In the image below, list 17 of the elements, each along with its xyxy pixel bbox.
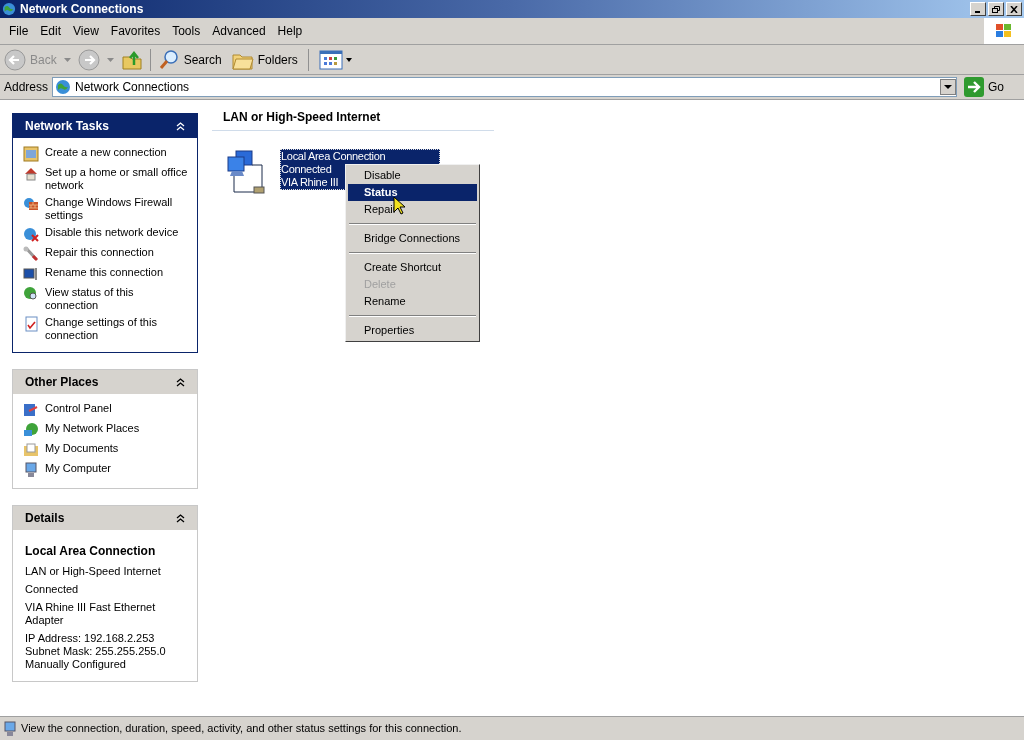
connection-text: Local Area Connection [281,150,386,163]
details-text: Manually Configured [25,658,127,671]
pane-title: Details [25,510,65,527]
pane-title: Other Places [25,374,99,391]
window-title: Network Connections [20,1,144,18]
details-text: LAN or High-Speed Internet [25,565,162,578]
address-label: Address [4,79,49,96]
pane-title: Network Tasks [25,118,109,135]
details-text: IP Address: 192.168.2.253 [25,632,156,645]
details-text: Connected [25,583,80,596]
connection-text: VIA Rhine III [281,176,339,189]
details-heading: Local Area Connection [25,543,157,560]
details-text: VIA Rhine III Fast Ethernet Adapter [25,601,157,627]
group-heading: LAN or High-Speed Internet [223,110,381,124]
connection-text: Connected [281,163,332,176]
status-text: View the connection, duration, speed, activity, and other status settings for this connection. [21,721,462,737]
details-text: Subnet Mask: 255.255.255.0 [25,645,167,658]
